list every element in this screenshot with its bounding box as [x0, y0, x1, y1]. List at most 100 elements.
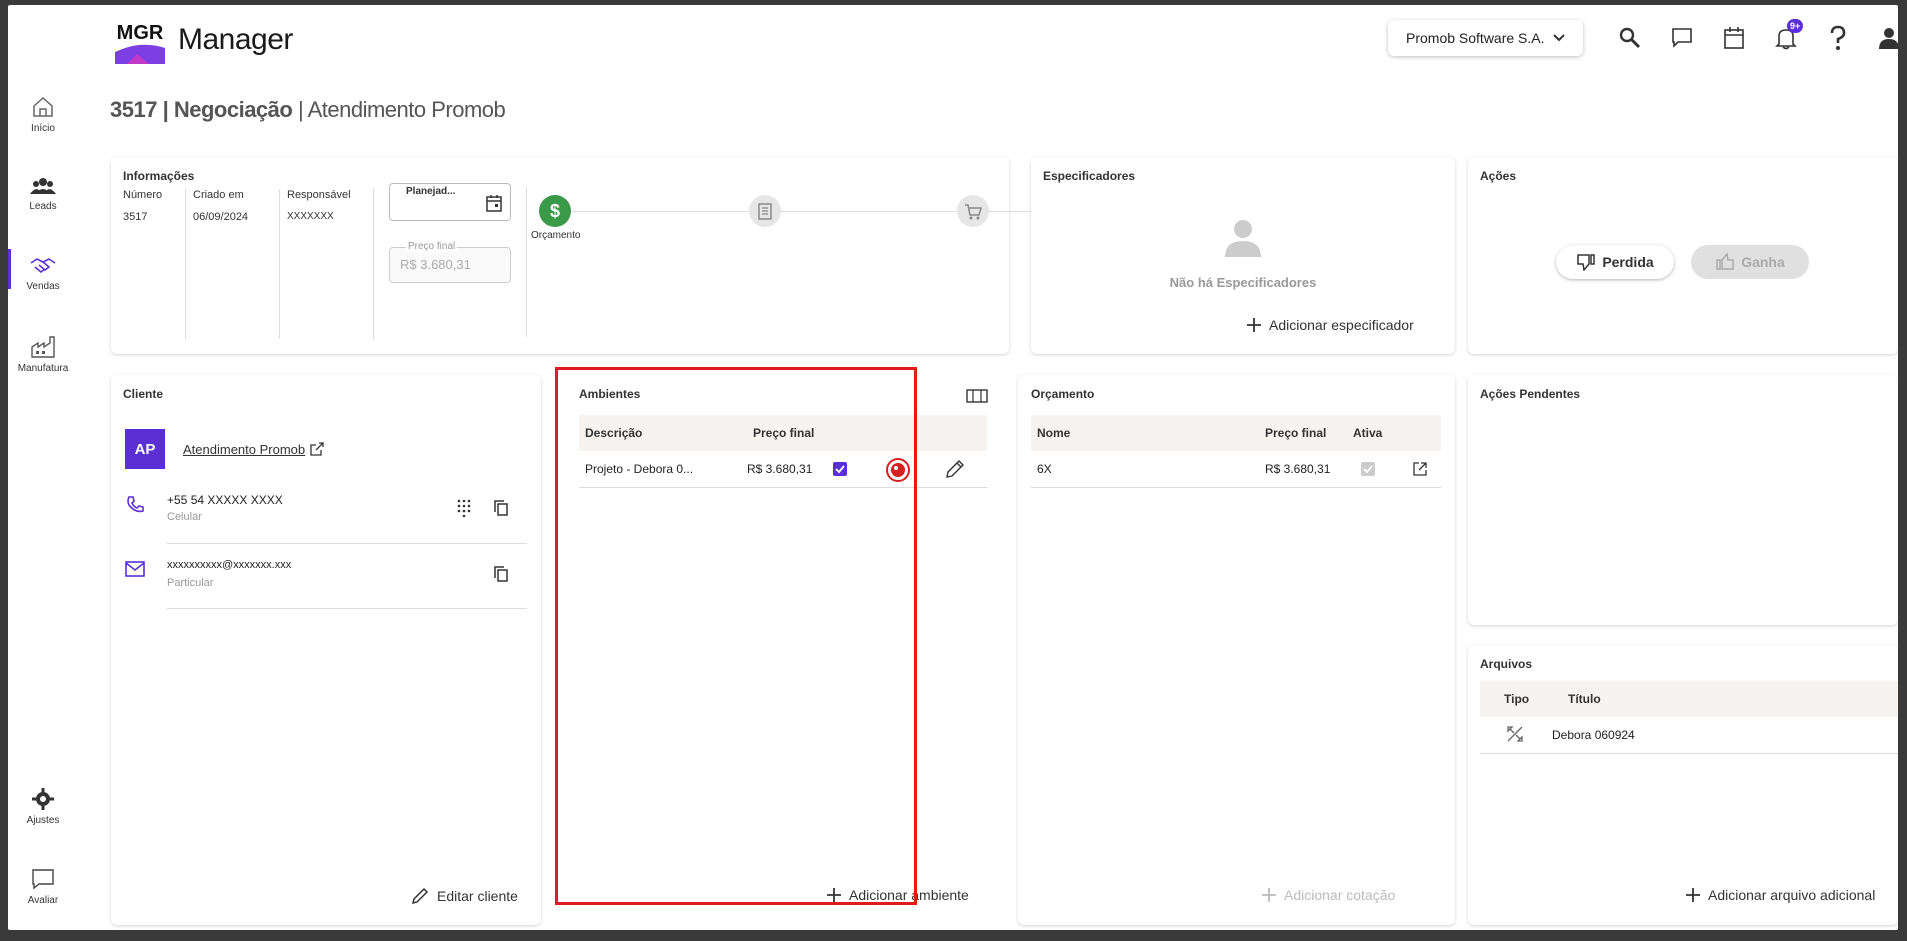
help-button[interactable] [1823, 23, 1853, 53]
avatar: AP [125, 429, 165, 469]
perdida-label: Perdida [1602, 254, 1654, 270]
preco-final-value: R$ 3.680,31 [400, 257, 471, 272]
thumbs-up-icon [1716, 253, 1734, 270]
preco-final-field: Preço final R$ 3.680,31 [389, 241, 511, 283]
title-separator: | [156, 97, 174, 122]
ganha-label: Ganha [1741, 254, 1785, 270]
step-pedido[interactable] [749, 195, 781, 227]
pencil-icon [411, 887, 429, 905]
col-ativa: Ativa [1353, 426, 1383, 440]
nav-label: Ajustes [26, 815, 60, 826]
clipboard-icon [758, 203, 772, 220]
handshake-icon [30, 258, 56, 274]
nav-item-manufatura[interactable]: Manufatura [8, 335, 78, 374]
add-cotacao-button[interactable]: Adicionar cotação [1262, 887, 1395, 903]
perdida-button[interactable]: Perdida [1556, 245, 1674, 279]
nav-item-ajustes[interactable]: Ajustes [8, 787, 78, 826]
step-orcamento[interactable]: $ [539, 195, 571, 227]
notifications-button[interactable]: 9+ [1771, 19, 1804, 53]
plus-icon [1686, 888, 1700, 902]
calendar-icon[interactable] [486, 194, 502, 212]
arquivos-title: Arquivos [1480, 657, 1533, 671]
orcamento-preco: R$ 3.680,31 [1265, 462, 1331, 476]
calendar-icon [1724, 27, 1744, 49]
table-row[interactable]: 6X R$ 3.680,31 [1031, 451, 1441, 488]
step-orcamento-label: Orçamento [531, 230, 581, 241]
search-icon [1619, 27, 1641, 49]
open-external-icon[interactable] [1413, 462, 1427, 476]
ganha-button[interactable]: Ganha [1691, 245, 1809, 279]
ambiente-checkbox[interactable] [833, 462, 847, 476]
app-window: Início Leads Vendas Manufatura Ajustes A… [8, 5, 1898, 930]
user-icon [1879, 28, 1898, 49]
pendentes-card: Ações Pendentes [1468, 375, 1898, 625]
ambientes-table-header: Descrição Preço final [579, 415, 987, 451]
promob-logo-icon[interactable] [885, 457, 911, 483]
especificadores-card: Especificadores Não há Especificadores A… [1031, 157, 1455, 354]
nav-item-avaliar[interactable]: Avaliar [8, 867, 78, 906]
copy-icon[interactable] [493, 499, 509, 517]
panel-toggle-icon[interactable] [966, 389, 988, 403]
nav-item-leads[interactable]: Leads [8, 175, 78, 212]
nav-item-inicio[interactable]: Início [8, 95, 78, 134]
step-venda[interactable] [957, 195, 989, 227]
cliente-link[interactable]: Atendimento Promob [183, 441, 325, 457]
numero-value: 3517 [123, 211, 148, 223]
notifications-badge: 9+ [1787, 19, 1804, 33]
especificadores-empty: Não há Especificadores [1169, 275, 1317, 290]
add-especificador-button[interactable]: Adicionar especificador [1247, 317, 1414, 333]
info-title: Informações [123, 169, 195, 183]
orcamento-title: Orçamento [1031, 387, 1095, 401]
phone-value: +55 54 XXXXX XXXX [167, 493, 283, 507]
nav-label: Manufatura [17, 363, 69, 374]
copy-icon[interactable] [493, 565, 509, 583]
add-arquivo-button[interactable]: Adicionar arquivo adicional [1686, 887, 1875, 903]
col-descricao: Descrição [585, 426, 643, 440]
nav-item-vendas[interactable]: Vendas [8, 249, 78, 292]
arquivos-table-header: Tipo Título [1480, 681, 1898, 717]
add-ambiente-label: Adicionar ambiente [849, 887, 969, 903]
dialpad-icon[interactable] [457, 499, 471, 517]
acoes-title: Ações [1480, 169, 1517, 183]
gear-icon [32, 788, 54, 810]
orcamento-table-header: Nome Preço final Ativa [1031, 415, 1441, 451]
info-card: Informações Número 3517 Criado em 06/09/… [111, 157, 1074, 354]
date-field[interactable]: Planejad... [389, 183, 511, 221]
factory-icon [31, 336, 55, 358]
table-row[interactable]: Projeto - Debora 0... R$ 3.680,31 [579, 451, 987, 488]
company-select[interactable]: Promob Software S.A. [1388, 20, 1583, 56]
home-icon [33, 96, 53, 117]
edit-cliente-button[interactable]: Editar cliente [411, 887, 518, 905]
responsavel-value: XXXXXXX [287, 211, 334, 222]
chevron-down-icon [1552, 34, 1565, 42]
nav-label: Início [31, 123, 55, 134]
pencil-icon[interactable] [945, 459, 965, 479]
dollar-icon: $ [550, 201, 560, 221]
chat-button[interactable] [1667, 23, 1697, 53]
numero-label: Número [123, 189, 163, 201]
col-preco-final: Preço final [1265, 426, 1327, 440]
app-logo: MGR [115, 14, 165, 64]
divider [279, 189, 280, 339]
app-title: Manager [178, 23, 293, 56]
pendentes-title: Ações Pendentes [1480, 387, 1581, 401]
calendar-button[interactable] [1719, 23, 1749, 53]
divider [526, 187, 527, 337]
table-row[interactable]: Debora 060924 [1480, 717, 1898, 754]
profile-button[interactable] [1874, 23, 1898, 53]
add-ambiente-button[interactable]: Adicionar ambiente [827, 887, 969, 903]
cliente-name[interactable]: Atendimento Promob [183, 442, 305, 457]
col-tipo: Tipo [1504, 692, 1530, 706]
search-button[interactable] [1615, 23, 1645, 53]
design-tool-icon [1507, 726, 1523, 742]
external-link-icon[interactable] [309, 441, 325, 457]
ambientes-card: Ambientes Descrição Preço final Projeto … [563, 375, 1015, 925]
thumbs-down-icon [1577, 254, 1596, 271]
especificadores-title: Especificadores [1043, 169, 1136, 183]
nav-label: Leads [29, 201, 57, 212]
ativa-checkbox [1361, 462, 1375, 476]
divider [167, 543, 527, 544]
nav-label: Avaliar [27, 895, 59, 906]
feedback-icon [32, 869, 54, 890]
ambiente-descricao: Projeto - Debora 0... [585, 462, 694, 476]
